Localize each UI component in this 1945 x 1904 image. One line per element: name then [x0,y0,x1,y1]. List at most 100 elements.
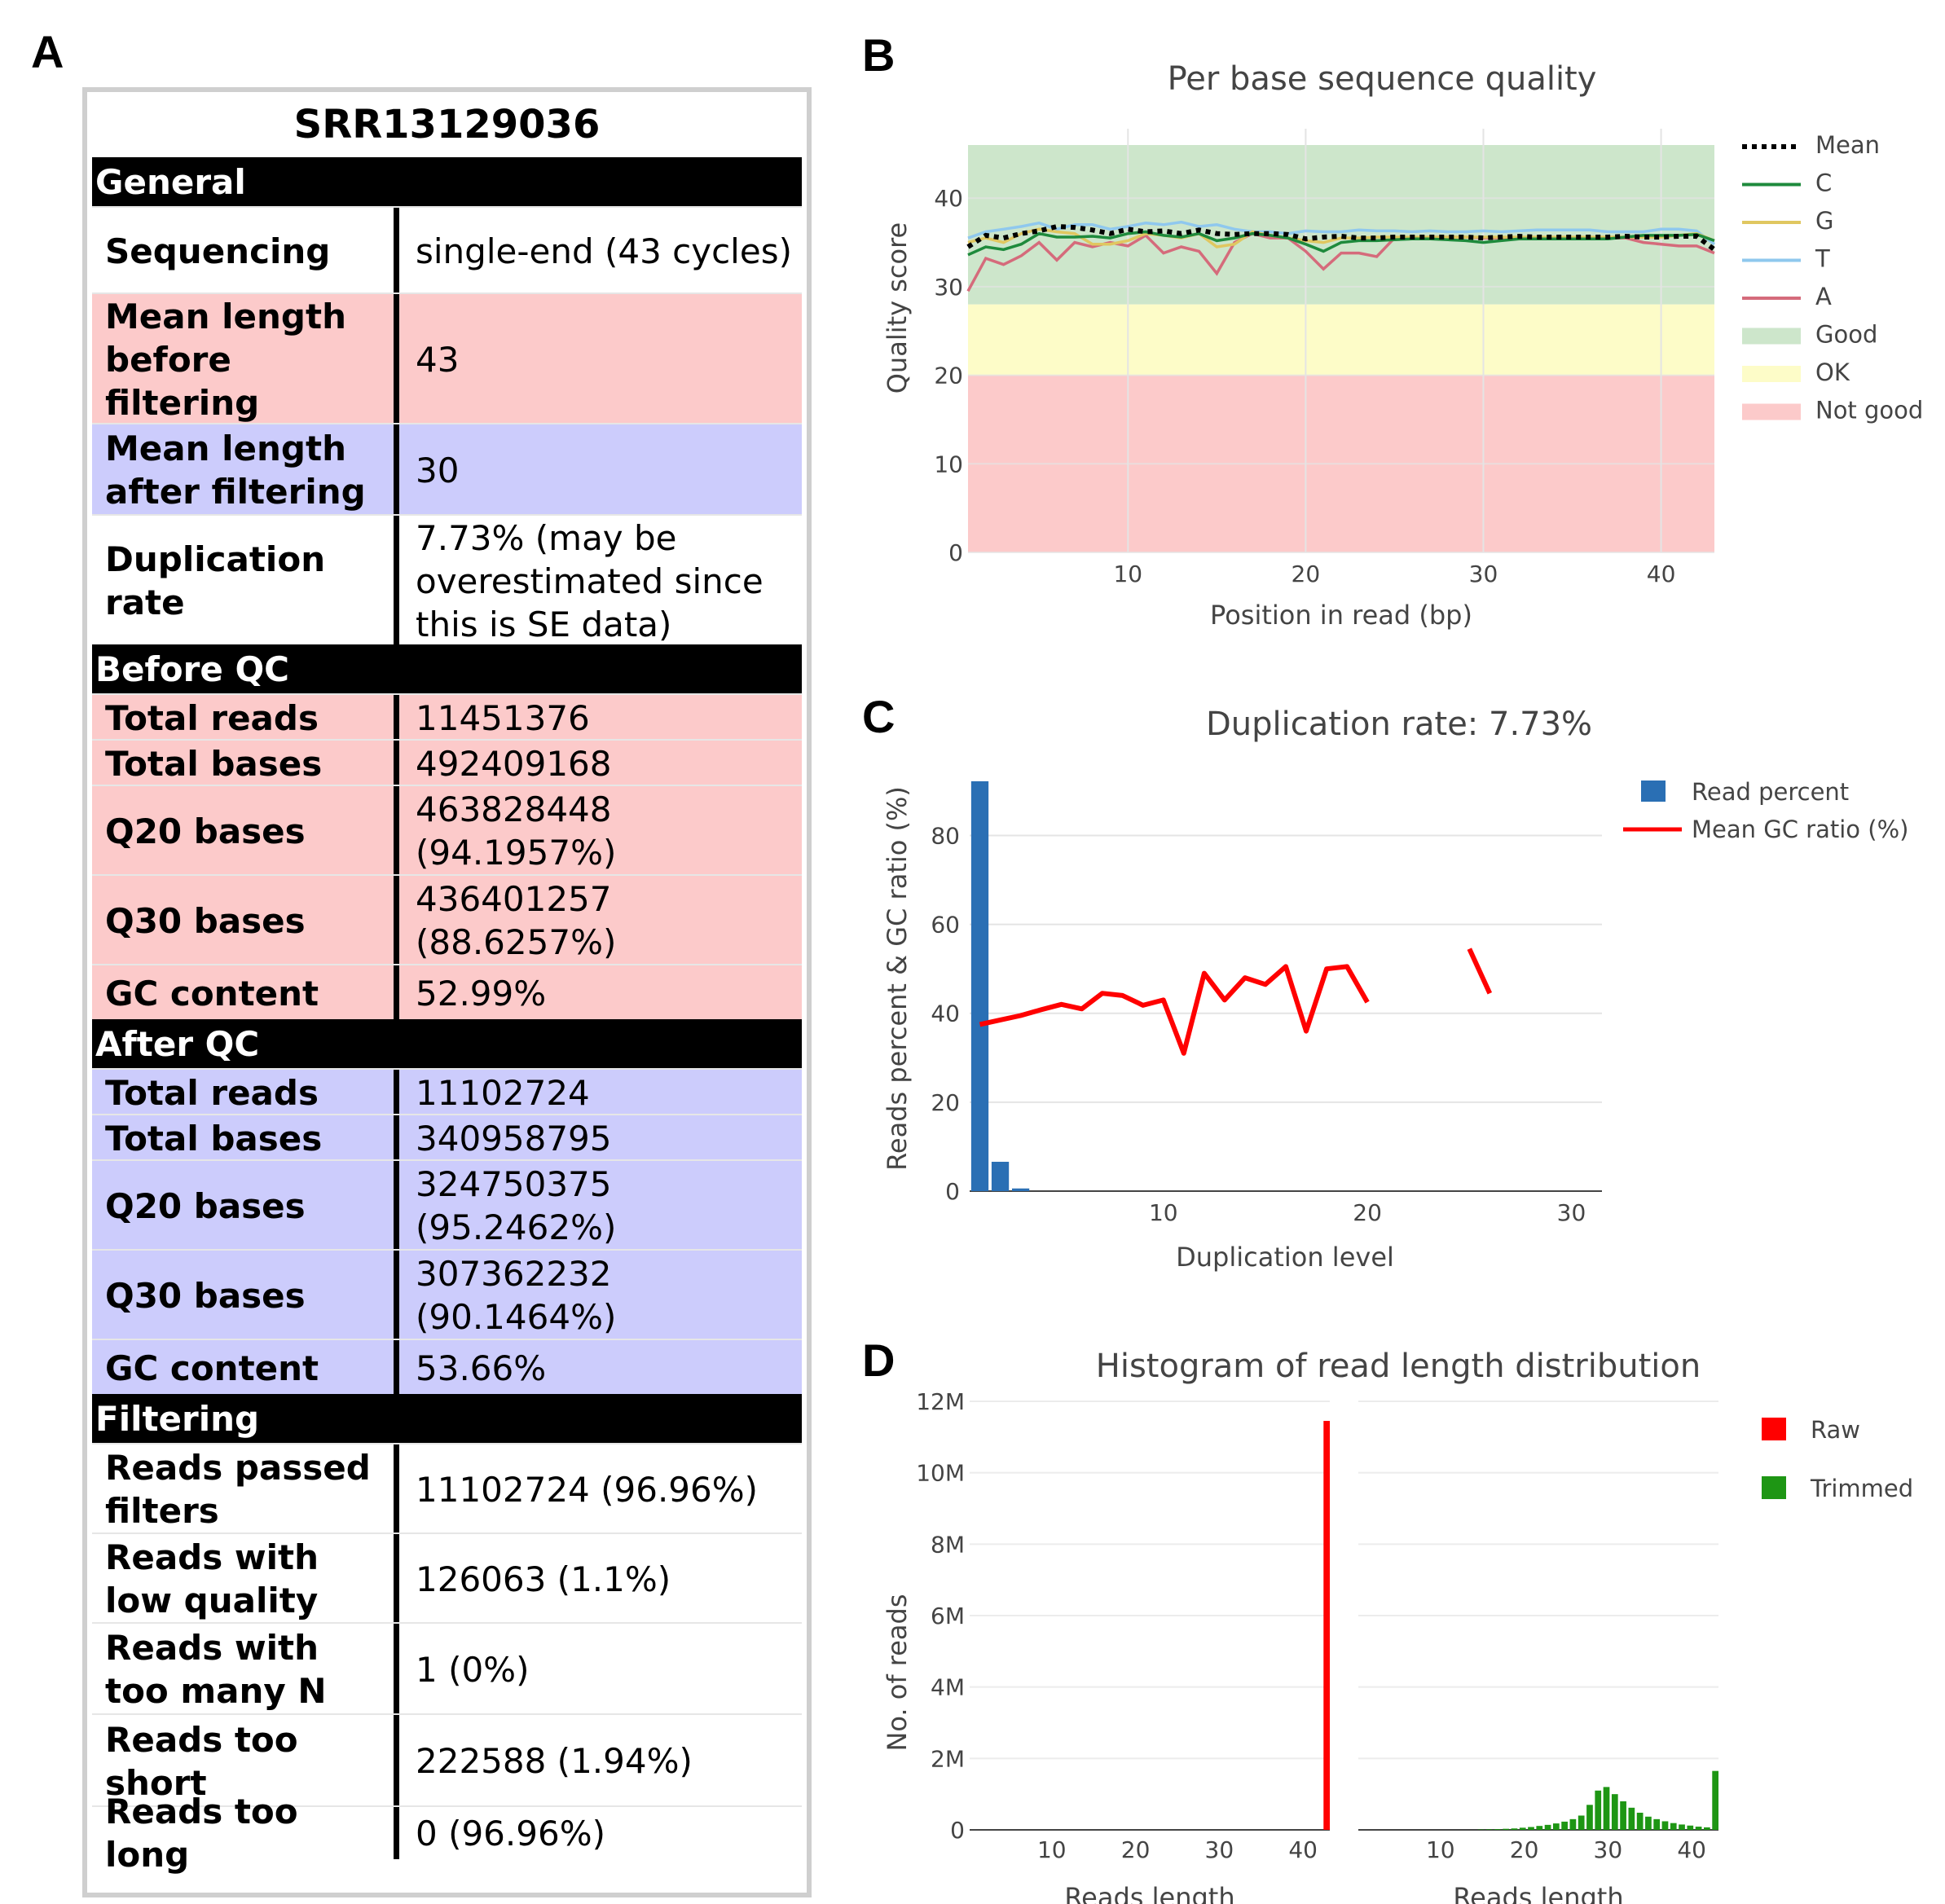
row-value: 463828448 (94.1957%) [394,786,802,876]
row-label: GC content [105,973,319,1014]
legend-label: Good [1815,321,1877,349]
row-value: 340958795 [394,1115,802,1161]
bar-read-percent [991,1161,1010,1191]
bar-trimmed [1528,1827,1534,1830]
gc-ratio-line [979,964,1370,1056]
table-row: Total bases 492409168 [92,739,802,786]
bar-trimmed [1519,1827,1526,1830]
section-header: After QC [92,1019,802,1068]
legend-label: A [1815,283,1832,310]
row-label: Reads with too many N [105,1628,327,1711]
duplication-chart: 10 20 30 0 20 40 60 80 Duplication rate: 7.73% Du… [882,706,1908,1273]
y-axis-label: Quality score [882,222,913,394]
row-value: single-end (43 cycles) [394,208,802,294]
table-row: Reads too long 0 (96.96%) [92,1792,802,1875]
bar-trimmed [1595,1790,1602,1830]
bar-trimmed [1670,1823,1677,1830]
legend-label: Mean GC ratio (%) [1692,816,1908,843]
y-axis-label: No. of reads [882,1594,913,1751]
summary-table: SRR13129036 General Sequencing single-end … [82,87,812,1897]
row-value: 30 [394,424,802,516]
y-tick-label: 0 [948,539,963,566]
bar-trimmed [1511,1828,1518,1830]
row-label: Q20 bases [105,811,306,851]
table-row: Sequencing single-end (43 cycles) [92,206,802,294]
x-tick-label: 40 [1647,561,1676,587]
bar-trimmed [1578,1815,1585,1830]
table-row: Reads with low quality 126063 (1.1%) [92,1532,802,1624]
y-tick-label: 4M [931,1674,965,1701]
row-value: 11102724 (96.96%) [394,1444,802,1534]
bar-trimmed [1586,1805,1593,1830]
x-tick-label: 40 [1288,1836,1318,1863]
bar-trimmed [1569,1818,1577,1830]
panel-label-a: A [31,26,64,77]
row-value: 324750375 (95.2462%) [394,1161,802,1251]
x-axis-label: Position in read (bp) [1210,600,1472,631]
row-value: 43 [394,294,802,424]
x-tick-label: 30 [1557,1199,1586,1226]
legend-label: OK [1815,358,1850,386]
y-tick-label: 0 [950,1817,965,1844]
y-tick-label: 10M [916,1460,965,1487]
row-label: Reads passed filters [105,1448,371,1531]
row-value: 222588 (1.94%) [394,1715,802,1807]
x-tick-label: 10 [1426,1836,1455,1863]
bar-read-percent [1011,1188,1030,1191]
legend-label: Not good [1815,397,1923,424]
table-row: GC content 53.66% [92,1339,802,1396]
x-tick-label: 20 [1292,561,1321,587]
y-tick-label: 20 [934,363,963,389]
legend-label: Raw [1811,1416,1860,1444]
legend-label: G [1815,207,1833,235]
row-label: Total reads [105,697,319,738]
x-tick-label: 30 [1205,1836,1234,1863]
chart-title: Per base sequence quality [1168,60,1597,98]
row-label: Total reads [105,1072,319,1113]
legend-swatch [1762,1476,1786,1499]
gc-ratio-line [1467,948,1493,995]
chart-title: Histogram of read length distribution [1096,1348,1701,1385]
bar-trimmed [1687,1825,1694,1830]
chart-title: Duplication rate: 7.73% [1206,706,1592,743]
x-tick-label: 30 [1594,1836,1623,1863]
x-tick-label: 20 [1510,1836,1539,1863]
x-tick-label: 40 [1677,1836,1706,1863]
row-label: Q30 bases [105,900,306,941]
x-axis-label: Reads length [1453,1882,1623,1904]
table-row: Total reads 11451376 [92,693,802,741]
legend-swatch [1742,366,1801,382]
y-tick-label: 12M [916,1388,965,1415]
legend-swatch [1742,328,1801,345]
row-value: 0 (96.96%) [394,1807,802,1859]
row-label: Sequencing [105,231,331,271]
bar-trimmed [1611,1794,1618,1830]
read-length-histogram: 0 2M 4M 6M 8M 10M 12M 10 20 30 40 Reads length 10 20 3… [882,1348,1913,1904]
legend-swatch [1742,403,1801,420]
y-tick-label: 80 [931,822,960,849]
table-row: Q30 bases 436401257 (88.6257%) [92,874,802,965]
bar-read-percent [970,781,989,1191]
y-tick-label: 30 [934,274,963,301]
table-row: Q20 bases 463828448 (94.1957%) [92,785,802,876]
table-row: Total reads 11102724 [92,1068,802,1115]
row-label: Mean length after filtering [105,429,366,512]
x-axis-label: Duplication level [1176,1242,1394,1273]
table-row: Reads passed filters 11102724 (96.96%) [92,1443,802,1534]
bar-trimmed [1636,1812,1644,1830]
y-tick-label: 6M [931,1603,965,1629]
legend-swatch [1641,781,1666,802]
x-tick-label: 20 [1121,1836,1151,1863]
row-label: Reads too long [105,1792,298,1875]
x-tick-label: 10 [1037,1836,1067,1863]
row-label: GC content [105,1348,319,1388]
bar-trimmed [1603,1787,1610,1830]
bar-trimmed [1561,1821,1568,1830]
y-tick-label: 8M [931,1531,965,1558]
row-value: 53.66% [394,1340,802,1396]
row-label: Total bases [105,1118,323,1159]
bar-trimmed [1503,1828,1510,1830]
bar-trimmed [1645,1816,1652,1830]
legend-label: Read percent [1692,778,1849,806]
table-title: SRR13129036 [293,102,601,147]
